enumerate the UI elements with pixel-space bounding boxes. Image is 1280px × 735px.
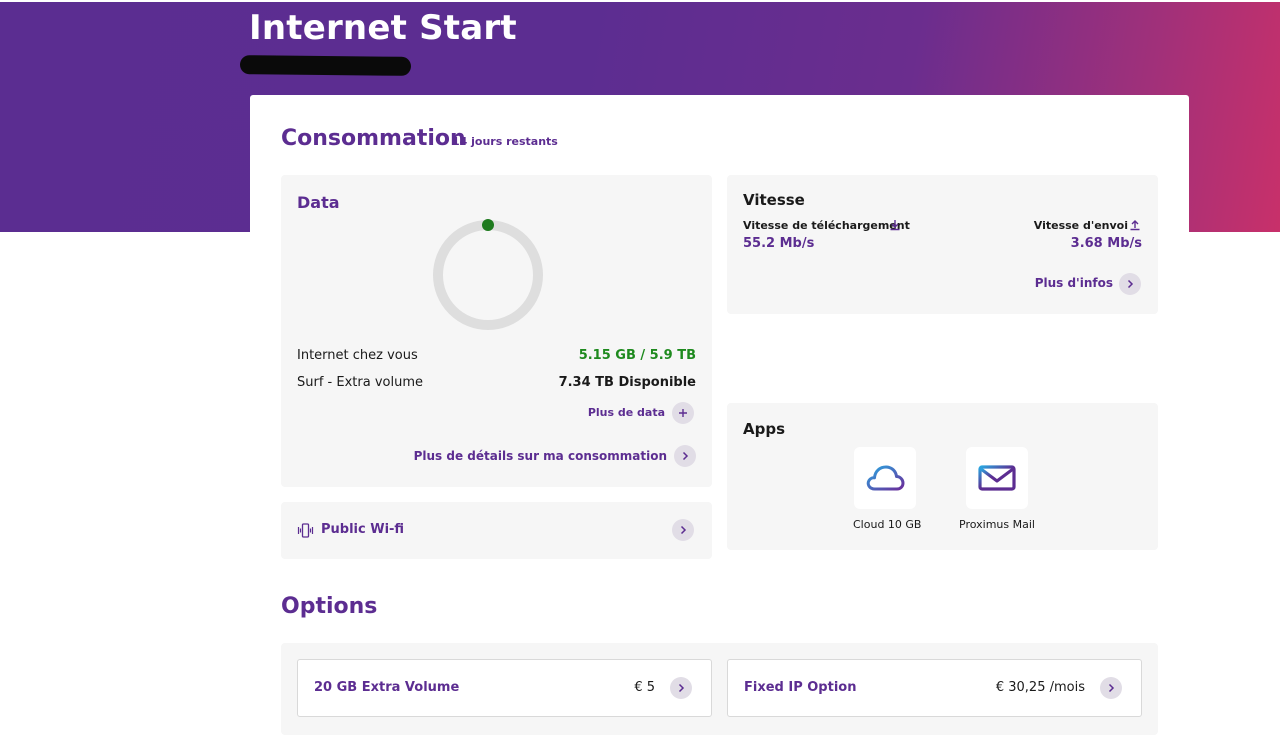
row-internet-value: 5.15 GB / 5.9 TB [578, 348, 696, 363]
download-value: 55.2 Mb/s [743, 236, 815, 251]
option-price: € 30,25 /mois [995, 680, 1085, 695]
days-remaining: 14 jours restants [452, 135, 558, 148]
data-title: Data [297, 193, 340, 212]
mail-icon [978, 465, 1016, 491]
more-info-button[interactable] [1119, 273, 1141, 295]
option-fixed-ip[interactable]: Fixed IP Option € 30,25 /mois [727, 659, 1142, 717]
upload-value: 3.68 Mb/s [1070, 236, 1142, 251]
option-name: Fixed IP Option [744, 680, 857, 695]
add-data-button[interactable] [672, 402, 694, 424]
chevron-right-icon [1127, 279, 1134, 289]
speed-title: Vitesse [743, 191, 805, 209]
more-data-link[interactable]: Plus de data [588, 406, 665, 419]
chevron-right-icon [680, 525, 687, 535]
public-wifi-button[interactable] [672, 519, 694, 541]
cloud-icon [866, 465, 905, 491]
usage-donut [433, 219, 543, 330]
consumption-title: Consommation [281, 126, 466, 151]
redacted-scribble [239, 55, 412, 76]
option-extra-volume-button[interactable] [670, 677, 692, 699]
row-surf-value: 7.34 TB Disponible [558, 375, 696, 390]
main-card: Consommation 14 jours restants Data Inte… [250, 95, 1189, 735]
consumption-details-button[interactable] [674, 445, 696, 467]
option-name: 20 GB Extra Volume [314, 680, 460, 695]
cloud-app-label: Cloud 10 GB [853, 518, 922, 531]
option-price: € 5 [634, 680, 655, 695]
data-panel: Data Internet chez vous 5.15 GB / 5.9 TB… [281, 175, 712, 487]
plus-icon [679, 409, 687, 417]
consumption-details-link[interactable]: Plus de détails sur ma consommation [414, 449, 667, 463]
public-wifi-label: Public Wi-fi [321, 522, 405, 537]
chevron-right-icon [678, 683, 685, 693]
wifi-hotspot-icon [297, 523, 314, 538]
public-wifi-panel[interactable]: Public Wi-fi [281, 502, 712, 559]
row-internet-label: Internet chez vous [297, 348, 418, 363]
apps-title: Apps [743, 420, 786, 438]
option-fixed-ip-button[interactable] [1100, 677, 1122, 699]
options-title: Options [281, 594, 378, 619]
upload-label: Vitesse d'envoi [1033, 219, 1128, 232]
options-panel: 20 GB Extra Volume € 5 Fixed IP Option €… [281, 643, 1158, 735]
chevron-right-icon [682, 451, 689, 461]
cloud-app-tile[interactable] [854, 447, 916, 509]
upload-icon [1130, 220, 1140, 231]
chevron-right-icon [1108, 683, 1115, 693]
row-surf-label: Surf - Extra volume [297, 375, 423, 390]
speed-panel: Vitesse Vitesse de téléchargement 55.2 M… [727, 175, 1158, 314]
page-title: Internet Start [249, 8, 517, 48]
usage-ring-track [433, 220, 543, 330]
download-label: Vitesse de téléchargement [743, 219, 910, 232]
apps-panel: Apps Cloud 10 GB Proximus Mail [727, 403, 1158, 550]
option-extra-volume[interactable]: 20 GB Extra Volume € 5 [297, 659, 712, 717]
mail-app-label: Proximus Mail [959, 518, 1035, 531]
more-info-link[interactable]: Plus d'infos [1035, 276, 1113, 290]
download-icon [890, 220, 900, 231]
mail-app-tile[interactable] [966, 447, 1028, 509]
usage-ring-marker [482, 219, 494, 231]
